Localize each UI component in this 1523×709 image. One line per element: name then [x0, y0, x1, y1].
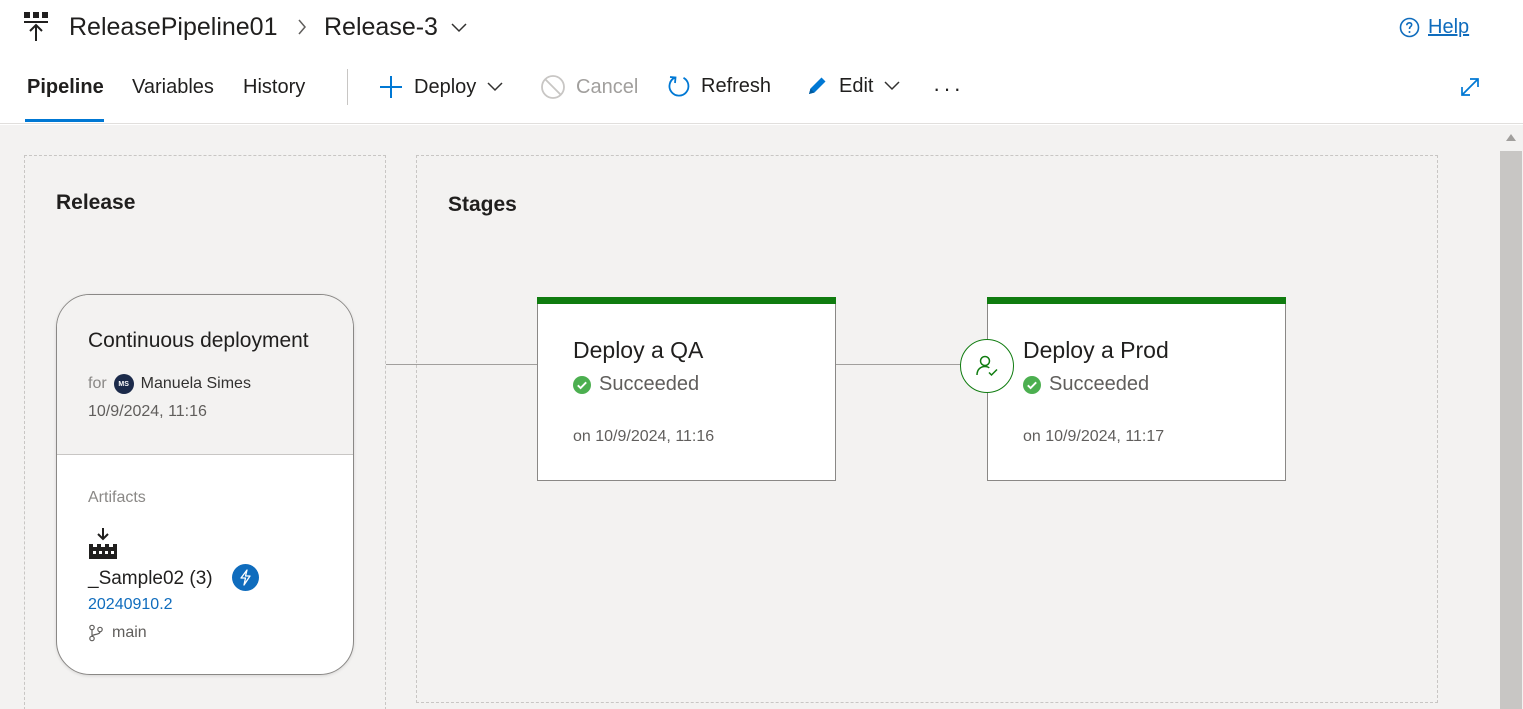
release-requester: for MS Manuela Simes: [88, 374, 251, 394]
stage-date: on 10/9/2024, 11:16: [573, 428, 715, 445]
cancel-label: Cancel: [576, 75, 639, 98]
stage-name: Deploy a QA: [573, 337, 704, 363]
cancel-icon: [541, 75, 565, 99]
expand-icon[interactable]: [1459, 76, 1481, 98]
refresh-button[interactable]: Refresh: [667, 74, 771, 98]
pipeline-canvas: Release Stages Continuous deployment for…: [0, 125, 1499, 709]
artifact-branch: main: [88, 624, 147, 642]
stages-section-title: Stages: [448, 193, 517, 216]
chevron-down-icon: [487, 82, 503, 92]
breadcrumb-release-name[interactable]: Release-3: [324, 13, 438, 42]
vertical-scrollbar[interactable]: [1499, 125, 1523, 709]
active-tab-indicator: [25, 119, 104, 122]
stage-status: Succeeded: [1023, 373, 1149, 396]
more-actions-button[interactable]: ···: [933, 76, 964, 102]
requester-name: Manuela Simes: [140, 375, 251, 392]
stage-name: Deploy a Prod: [1023, 337, 1169, 363]
chevron-right-icon: [298, 19, 306, 35]
toolbar: Pipeline Variables History Deploy Cancel…: [0, 56, 1523, 124]
pre-deployment-approval-button[interactable]: [960, 339, 1014, 393]
artifact-name: _Sample02 (3): [88, 568, 213, 589]
chevron-down-icon[interactable]: [450, 22, 468, 34]
artifacts-label: Artifacts: [88, 489, 146, 506]
build-artifact-icon: [89, 528, 117, 559]
artifact-version-link[interactable]: 20240910.2: [88, 596, 173, 614]
git-branch-icon: [89, 624, 103, 642]
stage-card-prod[interactable]: Deploy a Prod Succeeded on 10/9/2024, 11…: [987, 297, 1286, 481]
tab-history[interactable]: History: [243, 76, 305, 99]
stage-status-label: Succeeded: [1049, 373, 1150, 395]
lightning-icon: [240, 569, 251, 586]
stage-status: Succeeded: [573, 373, 699, 396]
question-circle-icon: [1399, 17, 1420, 38]
deploy-label: Deploy: [414, 75, 477, 98]
release-date: 10/9/2024, 11:16: [88, 403, 207, 420]
avatar: MS: [113, 374, 134, 394]
continuous-deployment-trigger-badge[interactable]: [232, 564, 259, 591]
tab-variables[interactable]: Variables: [132, 76, 214, 99]
tab-pipeline[interactable]: Pipeline: [27, 76, 104, 99]
release-section-title: Release: [56, 191, 136, 214]
check-circle-icon: [1023, 375, 1041, 394]
check-circle-icon: [573, 375, 591, 394]
stage-card-qa[interactable]: Deploy a QA Succeeded on 10/9/2024, 11:1…: [537, 297, 836, 481]
refresh-label: Refresh: [701, 74, 772, 97]
stage-status-label: Succeeded: [599, 373, 700, 395]
deploy-button[interactable]: Deploy: [378, 74, 504, 100]
scroll-up-arrow-icon[interactable]: [1506, 133, 1516, 141]
chevron-down-icon: [884, 81, 900, 91]
help-link[interactable]: Help: [1399, 16, 1469, 39]
more-icon: ···: [933, 76, 964, 101]
approver-icon: [976, 355, 998, 377]
page-header: ReleasePipeline01 Release-3 Help: [0, 0, 1523, 56]
release-trigger-label: Continuous deployment: [88, 329, 309, 352]
help-label: Help: [1428, 16, 1470, 38]
release-pipeline-icon: [24, 12, 48, 41]
edit-label: Edit: [839, 74, 874, 97]
toolbar-divider: [347, 69, 348, 105]
edit-button[interactable]: Edit: [805, 74, 901, 98]
release-card[interactable]: Continuous deployment for MS Manuela Sim…: [56, 294, 354, 675]
breadcrumb-pipeline-name[interactable]: ReleasePipeline01: [69, 13, 277, 42]
branch-name: main: [112, 624, 147, 641]
cancel-button[interactable]: Cancel: [540, 74, 638, 100]
release-trigger-panel: Continuous deployment for MS Manuela Sim…: [57, 295, 353, 455]
refresh-icon: [668, 76, 690, 97]
for-label: for: [88, 375, 107, 392]
stage-date: on 10/9/2024, 11:17: [1023, 428, 1165, 445]
scrollbar-thumb[interactable]: [1500, 151, 1522, 709]
plus-icon: [380, 76, 402, 98]
release-to-qa-connector: [386, 364, 537, 365]
pencil-icon: [809, 77, 826, 94]
